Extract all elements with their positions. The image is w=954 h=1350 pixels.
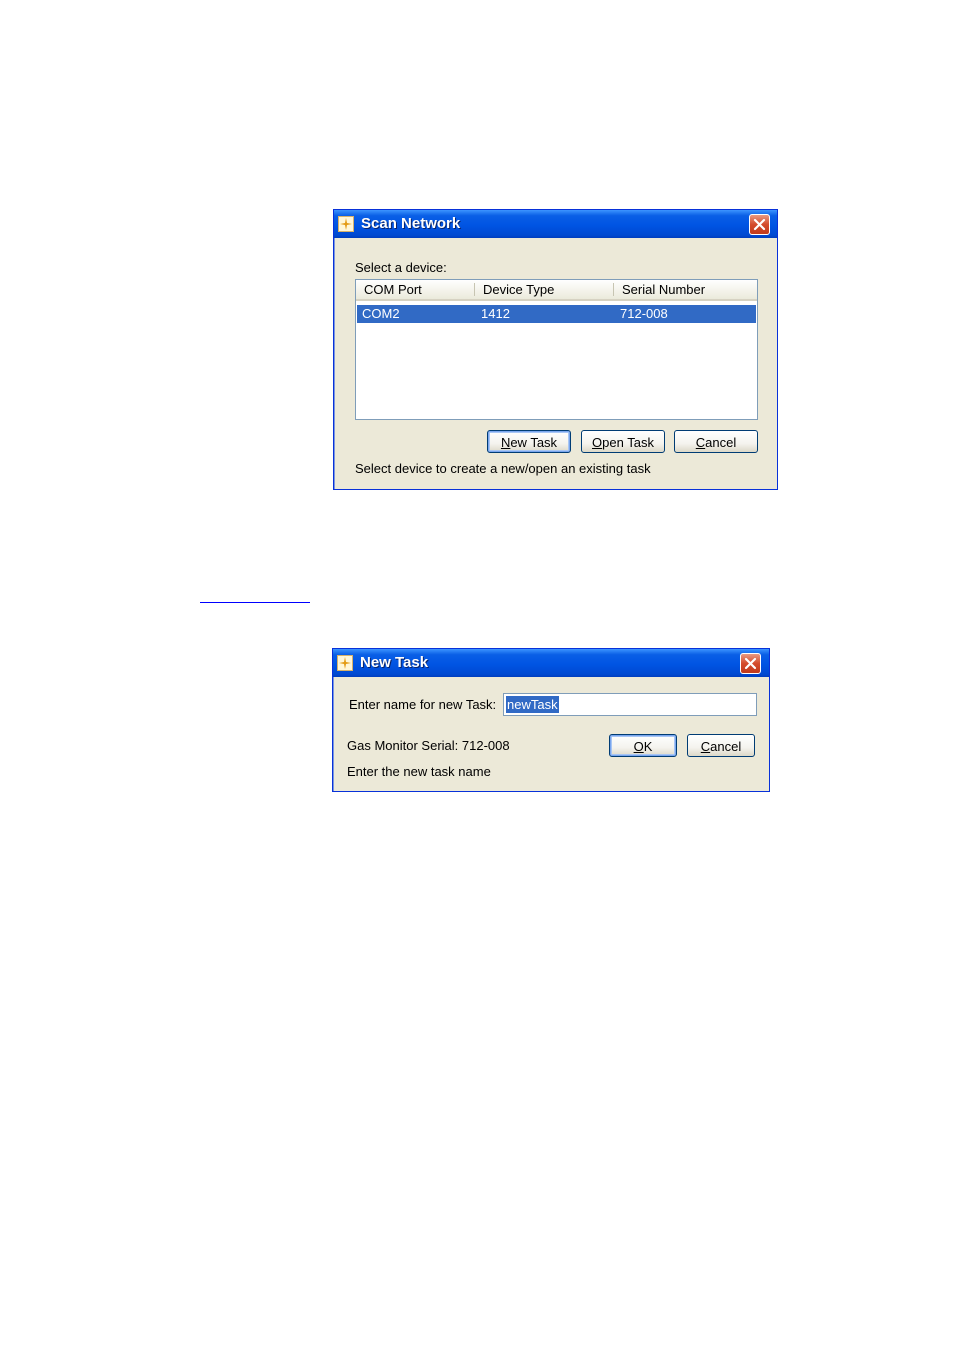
cancel-button[interactable]: Cancel [674,430,758,453]
close-icon[interactable] [749,214,770,235]
app-icon [337,655,353,671]
cell-device-type: 1412 [481,306,510,321]
cell-serial-number: 712-008 [620,306,668,321]
scan-network-titlebar[interactable]: Scan Network [334,210,777,238]
status-text: Select device to create a new/open an ex… [355,461,651,476]
gas-monitor-serial: Gas Monitor Serial: 712-008 [347,738,510,753]
column-header-device-type[interactable]: Device Type [475,280,613,299]
column-header-com-port[interactable]: COM Port [356,280,474,299]
cell-com-port: COM2 [362,306,400,321]
cancel-button[interactable]: Cancel [687,734,755,757]
table-row[interactable]: COM2 1412 712-008 [357,305,756,323]
list-header: COM Port Device Type Serial Number [356,280,757,301]
task-name-label: Enter name for new Task: [349,697,497,712]
hint-text: Enter the new task name [347,764,491,779]
task-name-value: newTask [506,696,559,713]
ok-button[interactable]: OK [609,734,677,757]
device-list[interactable]: COM Port Device Type Serial Number COM2 … [355,279,758,420]
dialog-title: New Task [360,654,429,671]
open-task-button[interactable]: Open Task [581,430,665,453]
close-icon[interactable] [740,653,761,674]
scan-network-dialog: Scan Network Select a device: COM Port D… [333,209,778,490]
column-header-serial-number[interactable]: Serial Number [614,280,754,299]
new-task-button[interactable]: New Task [487,430,571,453]
app-icon [338,216,354,232]
hyperlink-underline [200,602,310,604]
task-name-input[interactable]: newTask [503,693,757,716]
new-task-titlebar[interactable]: New Task [333,649,769,677]
select-device-label: Select a device: [355,260,447,275]
new-task-dialog: New Task Enter name for new Task: newTas… [332,648,770,792]
dialog-title: Scan Network [361,215,461,232]
